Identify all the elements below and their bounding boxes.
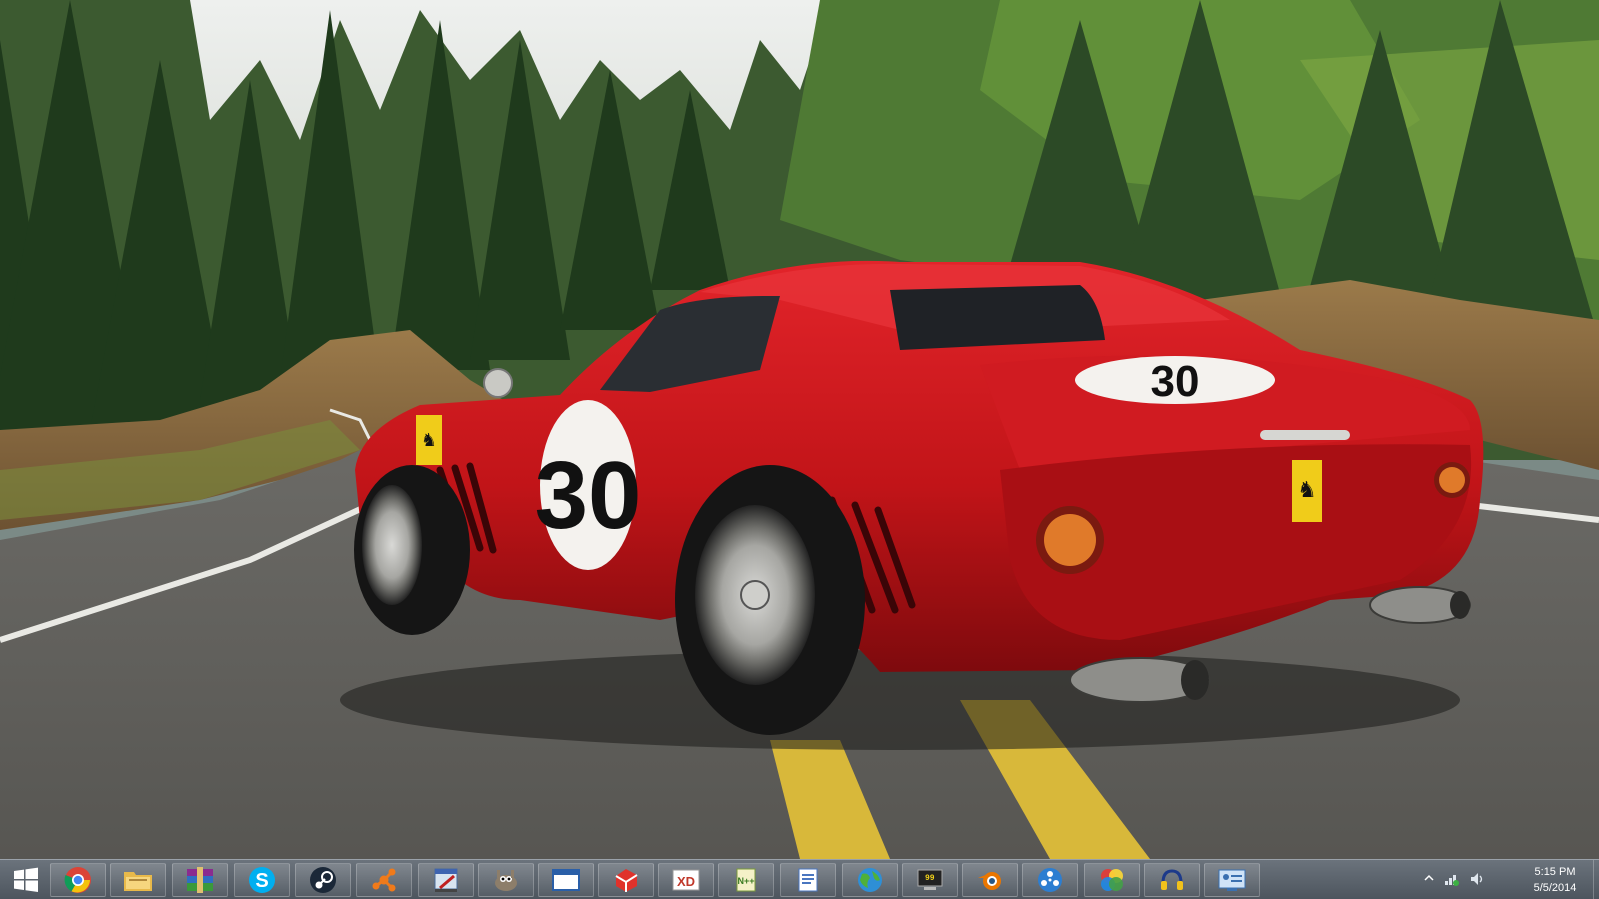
- taskbar-app-molecule[interactable]: [356, 863, 412, 897]
- side-race-number: 30: [535, 442, 642, 549]
- taskbar-app-window[interactable]: [538, 863, 594, 897]
- deck-race-number: 30: [1151, 357, 1200, 406]
- skype-icon: S: [249, 867, 275, 893]
- taskbar-clock[interactable]: 5:15 PM 5/5/2014: [1520, 864, 1590, 896]
- show-hidden-icons-button[interactable]: [1424, 873, 1434, 883]
- wallpaper-image: 30 30 ♞ ♞: [0, 0, 1599, 859]
- taskbar-app-globe[interactable]: [842, 863, 898, 897]
- taskbar-app-file-explorer[interactable]: [110, 863, 166, 897]
- film-reel-icon: [1038, 868, 1062, 892]
- clock-time: 5:15 PM: [1534, 866, 1576, 878]
- taskbar-app-control-panel[interactable]: [1204, 863, 1260, 897]
- chevron-up-icon: [1424, 874, 1434, 881]
- control-panel-icon: [1218, 869, 1246, 891]
- sketchup-icon: [615, 869, 638, 892]
- clock-date: 5/5/2014: [1533, 882, 1577, 894]
- taskbar-app-steam[interactable]: [295, 863, 351, 897]
- taskbar-app-text[interactable]: [780, 863, 836, 897]
- taskbar-app-skype[interactable]: S: [234, 863, 290, 897]
- start-button[interactable]: [6, 864, 46, 896]
- taskbar-app-audio[interactable]: [1144, 863, 1200, 897]
- taskbar-app-console[interactable]: 99: [902, 863, 958, 897]
- globe-icon: [858, 868, 882, 892]
- winrar-icon: [187, 867, 213, 893]
- molecule-icon: [372, 868, 396, 892]
- network-tray-button[interactable]: [1444, 872, 1460, 886]
- chrome-icon: [64, 867, 91, 893]
- folder-icon: [124, 872, 152, 891]
- taskbar-app-notepad-plus[interactable]: N++: [718, 863, 774, 897]
- headphones-icon: [1161, 869, 1183, 890]
- svg-text:S: S: [255, 870, 268, 892]
- gimp-icon: [495, 870, 517, 891]
- taskbar-app-gimp[interactable]: [478, 863, 534, 897]
- taskbar-app-media[interactable]: [1022, 863, 1078, 897]
- blender-icon: [978, 872, 1001, 890]
- volume-icon: [1471, 873, 1483, 885]
- svg-text:99: 99: [925, 874, 935, 883]
- taskbar-app-pen[interactable]: [418, 863, 474, 897]
- windows-logo-icon: [14, 867, 38, 892]
- taskbar-app-chrome[interactable]: [50, 863, 106, 897]
- taskbar-app-color[interactable]: [1084, 863, 1140, 897]
- xd-icon: XD: [672, 869, 700, 891]
- taskbar-app-xd[interactable]: XD: [658, 863, 714, 897]
- network-icon: [1445, 875, 1459, 886]
- desktop-wallpaper: 30 30 ♞ ♞: [0, 0, 1599, 859]
- pen-icon: [434, 868, 458, 892]
- taskbar: S XD N++ 99 5:15 PM 5/5/2014: [0, 859, 1599, 899]
- steam-icon: [310, 867, 336, 893]
- svg-text:N++: N++: [737, 876, 754, 886]
- color-circles-icon: [1101, 869, 1123, 891]
- svg-text:XD: XD: [677, 874, 695, 889]
- volume-tray-button[interactable]: [1470, 872, 1486, 886]
- svg-text:♞: ♞: [1297, 477, 1317, 502]
- svg-text:♞: ♞: [421, 430, 437, 450]
- taskbar-app-sketchup[interactable]: [598, 863, 654, 897]
- notepad-plus-icon: N++: [736, 868, 756, 892]
- text-icon: [798, 868, 818, 892]
- window-icon: [552, 869, 580, 891]
- console-icon: 99: [917, 869, 943, 890]
- show-desktop-button[interactable]: [1593, 860, 1599, 899]
- taskbar-app-winrar[interactable]: [172, 863, 228, 897]
- taskbar-app-blender[interactable]: [962, 863, 1018, 897]
